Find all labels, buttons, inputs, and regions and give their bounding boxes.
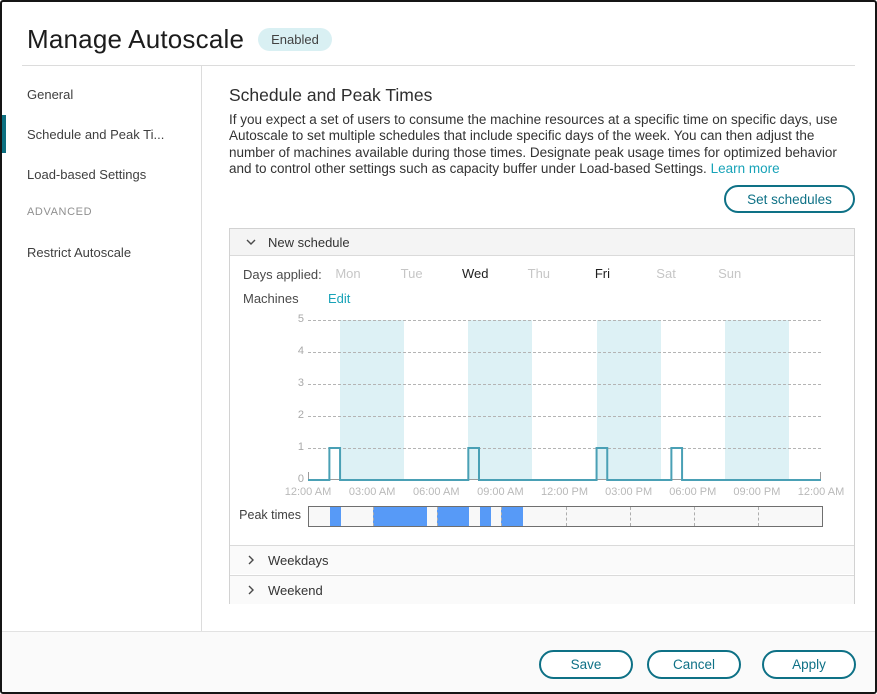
x-tick-6: 06:00 PM <box>669 486 716 498</box>
sidebar-item-schedule-and-peak-ti[interactable]: Schedule and Peak Ti... <box>2 115 200 153</box>
schedule-card: New schedule Days applied: MonTueWedThuF… <box>229 228 855 604</box>
sidebar-item-load-based-settings[interactable]: Load-based Settings <box>2 155 200 193</box>
day-label-fri: Fri <box>595 266 610 281</box>
peak-time-segment <box>437 507 469 526</box>
y-tick-4: 4 <box>280 345 304 357</box>
accordion-new-schedule[interactable]: New schedule <box>230 229 854 256</box>
schedule-chart-plot: 12:00 AM03:00 AM06:00 AM09:00 AM12:00 PM… <box>308 320 821 480</box>
x-tick-3: 09:00 AM <box>477 486 523 498</box>
peak-time-segment <box>373 507 426 526</box>
y-tick-0: 0 <box>280 473 304 485</box>
peak-bar-separator <box>630 507 631 526</box>
cancel-button[interactable]: Cancel <box>647 650 741 679</box>
accordion-new-schedule-label: New schedule <box>268 235 350 250</box>
peak-bar-separator <box>694 507 695 526</box>
sidebar-item-general[interactable]: General <box>2 75 200 113</box>
machines-step-line <box>308 320 821 480</box>
chevron-right-icon <box>245 584 257 596</box>
x-tick-5: 03:00 PM <box>605 486 652 498</box>
peak-bar-separator <box>373 507 374 526</box>
y-tick-1: 1 <box>280 441 304 453</box>
apply-button[interactable]: Apply <box>762 650 856 679</box>
x-tick-4: 12:00 PM <box>541 486 588 498</box>
save-button[interactable]: Save <box>539 650 633 679</box>
x-tick-7: 09:00 PM <box>733 486 780 498</box>
peak-times-label: Peak times <box>231 508 301 522</box>
sidebar: GeneralSchedule and Peak Ti...Load-based… <box>2 66 202 631</box>
day-label-sat: Sat <box>656 266 676 281</box>
dialog-header: Manage Autoscale Enabled <box>27 24 332 55</box>
peak-times-bar[interactable] <box>308 506 823 527</box>
content-description: If you expect a set of users to consume … <box>229 112 863 178</box>
status-badge: Enabled <box>258 28 332 51</box>
day-label-wed: Wed <box>462 266 489 281</box>
manage-autoscale-dialog: Manage Autoscale Enabled GeneralSchedule… <box>0 0 877 694</box>
sidebar-item-restrict-autoscale[interactable]: Restrict Autoscale <box>2 233 200 271</box>
peak-bar-separator <box>437 507 438 526</box>
day-label-sun: Sun <box>718 266 741 281</box>
sidebar-section-advanced: ADVANCED <box>27 206 92 218</box>
peak-bar-separator <box>566 507 567 526</box>
machines-label: Machines <box>243 291 299 306</box>
peak-time-segment <box>480 507 491 526</box>
x-tick-8: 12:00 AM <box>798 486 844 498</box>
peak-time-segment <box>501 507 522 526</box>
footer: Save Cancel Apply <box>2 631 875 692</box>
x-tick-2: 06:00 AM <box>413 486 459 498</box>
day-label-tue: Tue <box>401 266 423 281</box>
y-tick-5: 5 <box>280 313 304 325</box>
accordion-weekdays[interactable]: Weekdays <box>230 545 854 574</box>
y-tick-3: 3 <box>280 377 304 389</box>
accordion-weekend[interactable]: Weekend <box>230 575 854 604</box>
content-heading: Schedule and Peak Times <box>229 85 432 106</box>
peak-time-segment <box>330 507 341 526</box>
chevron-right-icon <box>245 554 257 566</box>
learn-more-link[interactable]: Learn more <box>711 161 780 176</box>
chevron-down-icon <box>245 236 257 248</box>
set-schedules-button[interactable]: Set schedules <box>724 185 855 213</box>
day-label-mon: Mon <box>335 266 360 281</box>
days-applied-row: Mon Tue Wed Thu Fri Sat Sun <box>308 266 821 282</box>
peak-bar-separator <box>501 507 502 526</box>
page-title: Manage Autoscale <box>27 24 244 55</box>
peak-bar-separator <box>758 507 759 526</box>
accordion-weekdays-label: Weekdays <box>268 553 328 568</box>
x-tick-1: 03:00 AM <box>349 486 395 498</box>
machines-edit-link[interactable]: Edit <box>328 291 350 306</box>
y-tick-2: 2 <box>280 409 304 421</box>
x-tick-0: 12:00 AM <box>285 486 331 498</box>
day-label-thu: Thu <box>528 266 550 281</box>
accordion-weekend-label: Weekend <box>268 583 323 598</box>
